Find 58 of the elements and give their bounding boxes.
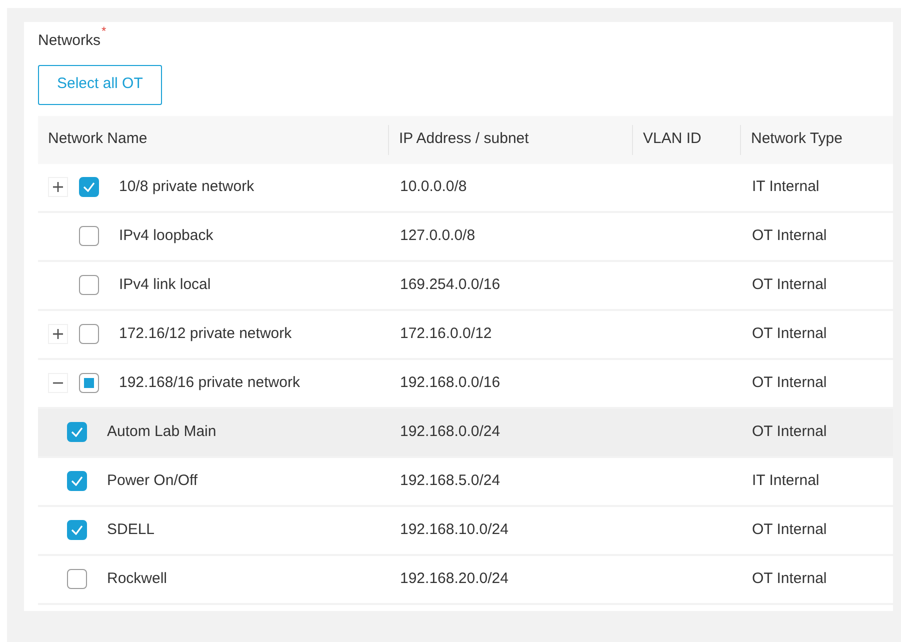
checkbox[interactable] bbox=[67, 569, 87, 589]
checkmark-icon bbox=[71, 476, 83, 486]
network-type: OT Internal bbox=[752, 422, 827, 440]
checkbox[interactable] bbox=[79, 177, 99, 197]
network-type: OT Internal bbox=[752, 324, 827, 342]
network-name: Rockwell bbox=[107, 568, 168, 589]
column-header[interactable]: IP Address / subnet bbox=[399, 128, 529, 151]
partial-icon bbox=[84, 378, 94, 388]
ip-subnet: 192.168.10.0/24 bbox=[400, 520, 508, 538]
expand-icon[interactable] bbox=[48, 324, 68, 344]
ip-subnet: 192.168.0.0/16 bbox=[400, 374, 500, 391]
expand-icon[interactable] bbox=[48, 177, 68, 197]
checkmark-icon bbox=[83, 182, 95, 192]
network-name: Autom Lab Main bbox=[107, 422, 216, 442]
ip-subnet: 192.168.0.0/24 bbox=[400, 422, 500, 440]
checkbox[interactable] bbox=[67, 422, 87, 442]
network-name: 192.168/16 private network bbox=[119, 372, 300, 393]
table-row[interactable]: Autom Lab Main 192.168.0.0/24 OT Internal bbox=[38, 408, 893, 458]
network-type: OT Internal bbox=[752, 570, 827, 587]
table-row[interactable]: Power On/Off 192.168.5.0/24 IT Internal bbox=[38, 458, 893, 506]
required-mark: * bbox=[102, 24, 106, 38]
collapse-icon[interactable] bbox=[48, 373, 68, 393]
checkbox[interactable] bbox=[67, 471, 87, 491]
network-name: Power On/Off bbox=[107, 470, 198, 491]
column-header[interactable]: Network Type bbox=[751, 128, 842, 151]
ip-subnet: 192.168.20.0/24 bbox=[400, 570, 508, 587]
table-row[interactable]: 172.16/12 private network 172.16.0.0/12 OT Internal bbox=[38, 310, 893, 360]
network-name: 10/8 private network bbox=[119, 176, 254, 197]
table-row[interactable]: SDELL 192.168.10.0/24 OT Internal bbox=[38, 506, 893, 556]
network-name: IPv4 loopback bbox=[119, 226, 214, 246]
ip-subnet: 10.0.0.0/8 bbox=[400, 178, 467, 195]
table-row[interactable]: 10/8 private network 10.0.0.0/8 IT Internal bbox=[38, 164, 893, 212]
network-name: SDELL bbox=[107, 520, 155, 540]
column-header[interactable]: VLAN ID bbox=[643, 128, 702, 151]
network-name: 172.16/12 private network bbox=[119, 324, 292, 344]
checkbox[interactable] bbox=[79, 373, 99, 393]
network-type: OT Internal bbox=[752, 226, 827, 244]
section-label: Networks bbox=[38, 31, 101, 51]
network-type: IT Internal bbox=[752, 178, 820, 195]
checkbox[interactable] bbox=[67, 520, 87, 540]
table-row[interactable]: IPv4 link local 169.254.0.0/16 OT Internal bbox=[38, 262, 893, 310]
checkmark-icon bbox=[71, 525, 83, 535]
network-name: IPv4 link local bbox=[119, 274, 211, 295]
ip-subnet: 192.168.5.0/24 bbox=[400, 472, 500, 489]
network-type: IT Internal bbox=[752, 472, 820, 489]
ip-subnet: 127.0.0.0/8 bbox=[400, 226, 476, 244]
checkbox[interactable] bbox=[79, 275, 99, 295]
checkmark-icon bbox=[71, 427, 83, 437]
table-row[interactable]: Rockwell 192.168.20.0/24 OT Internal bbox=[38, 556, 893, 604]
network-type: OT Internal bbox=[752, 374, 827, 391]
ip-subnet: 169.254.0.0/16 bbox=[400, 276, 500, 293]
checkbox[interactable] bbox=[79, 324, 99, 344]
network-type: OT Internal bbox=[752, 520, 827, 538]
column-header[interactable]: Network Name bbox=[48, 128, 148, 151]
table-row[interactable]: IPv4 loopback 127.0.0.0/8 OT Internal bbox=[38, 212, 893, 262]
checkbox[interactable] bbox=[79, 226, 99, 246]
network-type: OT Internal bbox=[752, 276, 827, 293]
ip-subnet: 172.16.0.0/12 bbox=[400, 324, 492, 342]
